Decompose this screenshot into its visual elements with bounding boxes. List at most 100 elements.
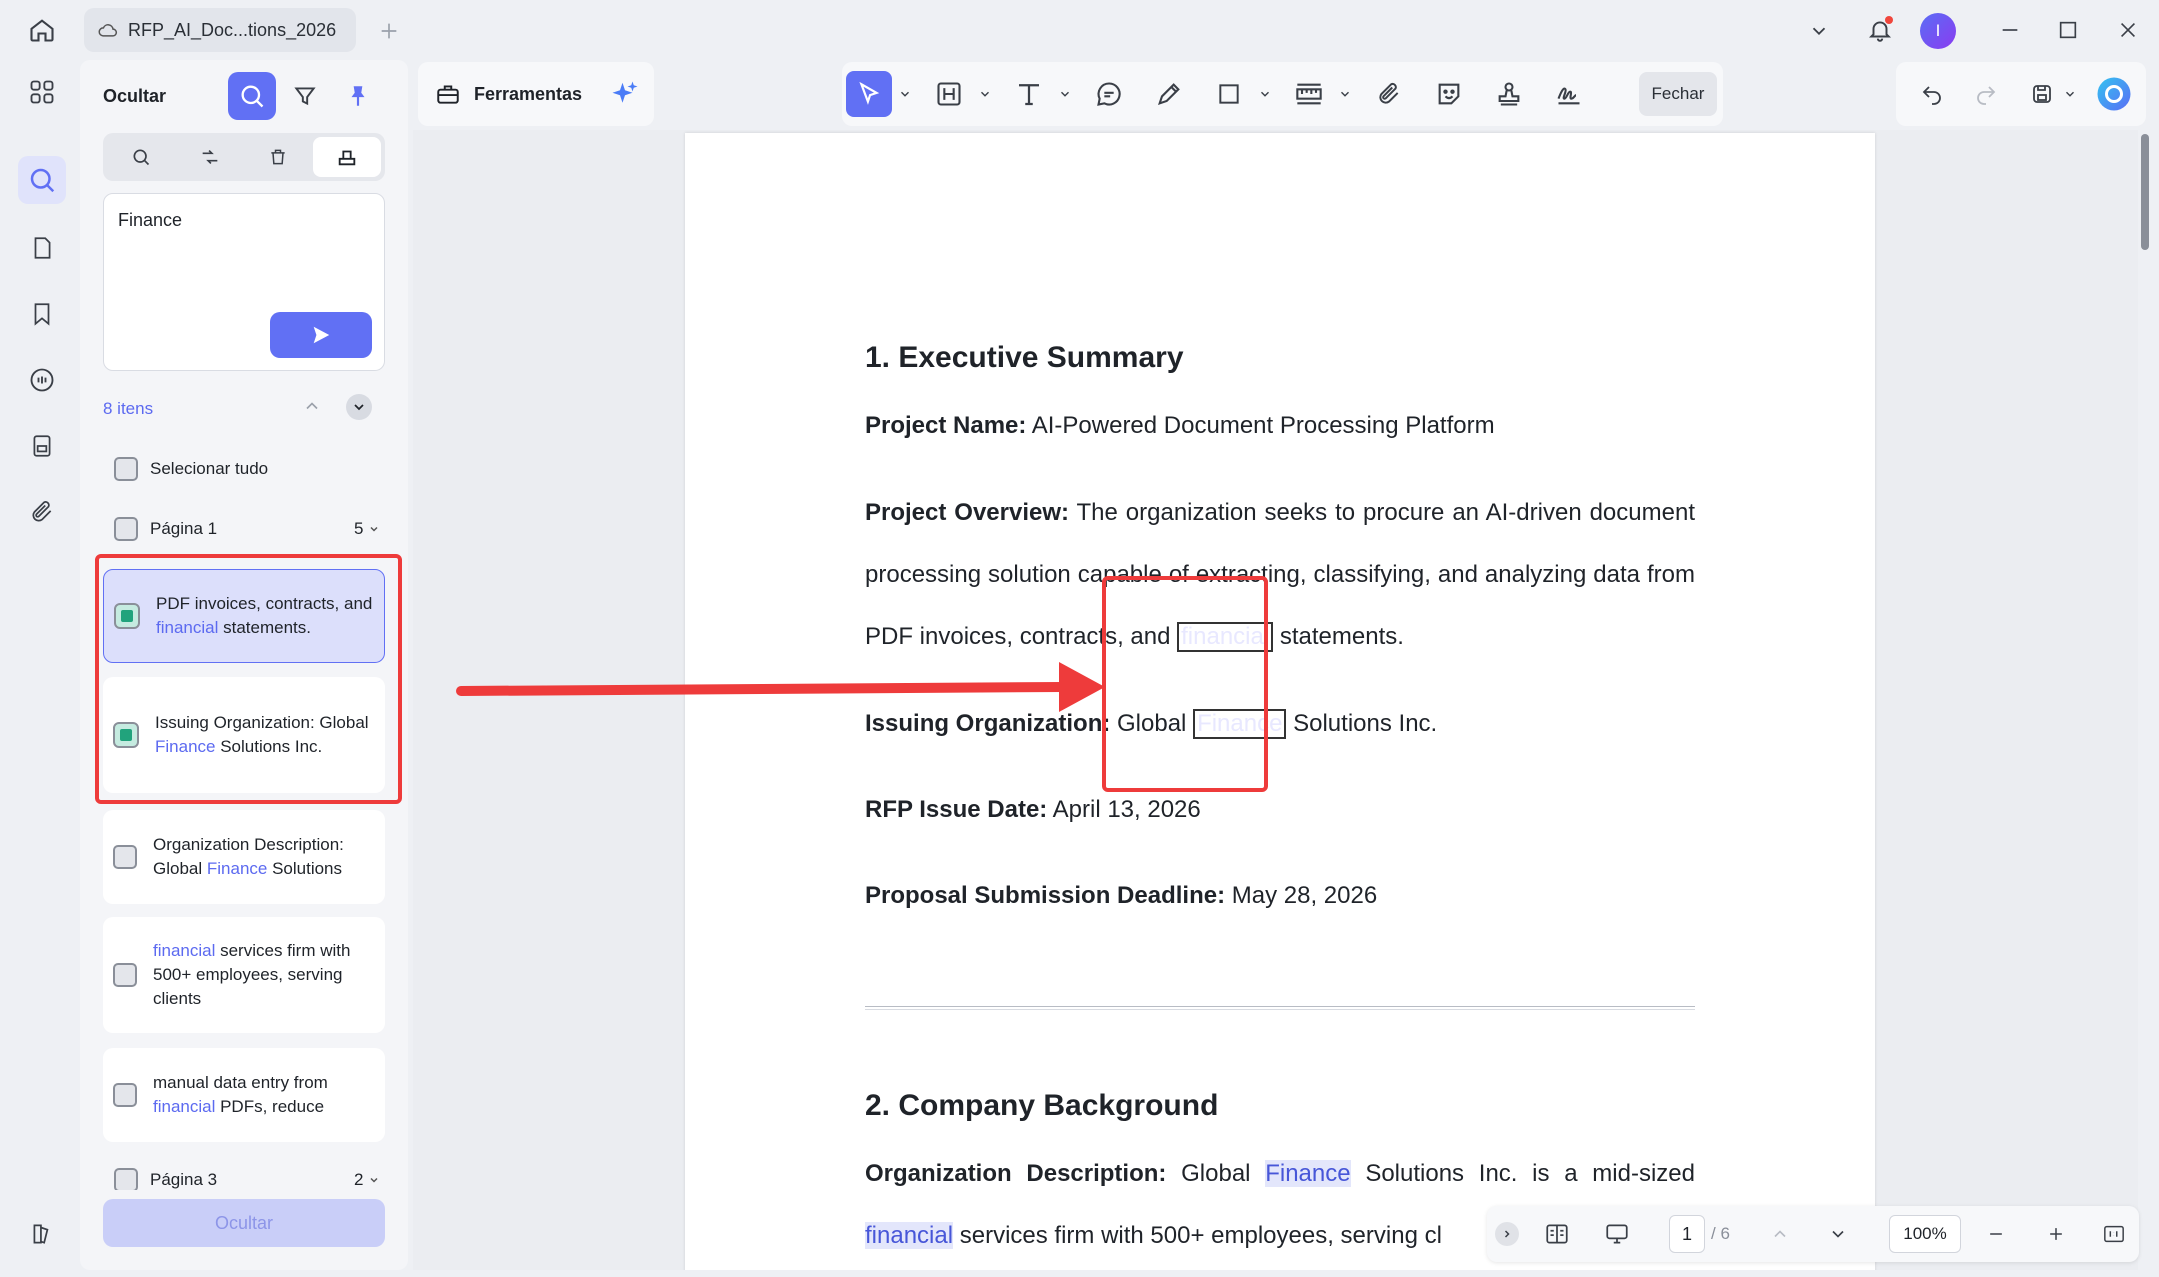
zoom-out-icon[interactable] <box>1981 1220 2011 1248</box>
page-3-label: Página 3 <box>150 1170 218 1189</box>
redo-icon[interactable] <box>1968 76 2004 112</box>
heading-executive-summary: 1. Executive Summary <box>865 341 1184 374</box>
notification-bell-icon[interactable] <box>1862 12 1898 48</box>
page-3-checkbox[interactable] <box>114 1168 138 1190</box>
attach-tool[interactable] <box>1366 72 1412 116</box>
chevron-down-icon[interactable] <box>2060 82 2080 106</box>
toolbox-icon[interactable] <box>434 81 462 107</box>
undo-icon[interactable] <box>1914 76 1950 112</box>
presentation-icon[interactable] <box>1597 1216 1637 1252</box>
annotation-arrow <box>456 662 1105 712</box>
page-group-3-clip: Página 3 2 <box>80 1160 408 1190</box>
overview-line-2: processing solution capable of extractin… <box>865 561 1695 588</box>
select-all-row[interactable]: Selecionar tudo <box>114 457 268 481</box>
list-item[interactable]: financial services firm with 500+ employ… <box>103 917 385 1033</box>
pen-tool[interactable] <box>1146 72 1192 116</box>
minimize-icon[interactable] <box>1990 12 2030 48</box>
annotation-toolbar: Fechar <box>842 62 1723 126</box>
result-checkbox[interactable] <box>113 1083 137 1107</box>
maximize-icon[interactable] <box>2048 12 2088 48</box>
vertical-scrollbar[interactable] <box>2138 130 2152 1270</box>
select-all-label: Selecionar tudo <box>150 459 269 478</box>
overview-line-1: Project Overview: The organization seeks… <box>865 499 1695 526</box>
previous-page-icon[interactable] <box>1765 1220 1795 1248</box>
chevron-up-icon[interactable] <box>302 396 322 416</box>
ai-sparkle-icon[interactable] <box>610 79 640 109</box>
highlight-tool[interactable] <box>926 72 992 116</box>
panel-title: Ocultar <box>103 86 167 106</box>
page-1-label: Página 1 <box>150 519 218 538</box>
document-tab[interactable]: RFP_AI_Doc...tions_2026 <box>84 8 356 52</box>
stamp-icon <box>1498 82 1520 106</box>
chevron-down-icon <box>901 91 909 97</box>
home-icon[interactable] <box>22 12 62 48</box>
search-panel: Ocultar Finance 8 itens Selecionar tudo … <box>80 60 408 1270</box>
actual-size-icon[interactable] <box>2099 1220 2129 1248</box>
save-icon[interactable] <box>2024 76 2060 112</box>
subtab-replace[interactable] <box>176 137 245 177</box>
filter-icon[interactable] <box>281 72 329 120</box>
hide-button[interactable]: Ocultar <box>103 1199 385 1247</box>
page-number-input[interactable]: 1 <box>1669 1215 1705 1253</box>
comment-icon[interactable] <box>18 356 66 404</box>
pin-icon[interactable] <box>334 72 382 120</box>
bookmark-icon[interactable] <box>18 290 66 338</box>
subtab-search[interactable] <box>107 137 176 177</box>
page-1-count[interactable]: 5 <box>354 519 380 539</box>
search-query: Finance <box>118 210 183 230</box>
highlight-annotation-frame <box>1102 576 1268 792</box>
chevron-down-icon <box>1341 91 1349 97</box>
list-item[interactable]: Organization Description: Global Finance… <box>103 810 385 904</box>
page-group-1[interactable]: Página 1 <box>114 517 217 541</box>
signature-tool[interactable] <box>1546 72 1592 116</box>
avatar[interactable]: I <box>1920 13 1956 49</box>
result-checkbox[interactable] <box>113 845 137 869</box>
theme-toggle-icon[interactable] <box>18 1210 66 1258</box>
result-checkbox[interactable] <box>113 963 137 987</box>
page-group-3[interactable]: Página 3 <box>114 1168 217 1190</box>
zoom-level[interactable]: 100% <box>1889 1215 1961 1253</box>
stamp-tool[interactable] <box>1486 72 1532 116</box>
ai-assistant-icon[interactable] <box>2094 74 2134 114</box>
heading-company-background: 2. Company Background <box>865 1089 1219 1122</box>
page-layout-icon[interactable] <box>1539 1216 1575 1252</box>
search-icon[interactable] <box>18 156 66 204</box>
scrollbar-thumb[interactable] <box>2141 134 2149 250</box>
highlight-annotation-frame <box>95 554 402 804</box>
panel-subtabs <box>103 133 385 181</box>
apps-grid-icon[interactable] <box>18 68 66 116</box>
deadline-line: Proposal Submission Deadline: May 28, 20… <box>865 882 1378 909</box>
next-page-icon[interactable] <box>1823 1220 1853 1248</box>
new-tab-icon[interactable] <box>372 14 406 48</box>
search-mode-button[interactable] <box>228 72 276 120</box>
next-result-chevron-icon[interactable] <box>346 394 372 420</box>
comment-tool[interactable] <box>1086 72 1132 116</box>
send-button[interactable] <box>270 312 372 358</box>
shape-tool[interactable] <box>1206 72 1272 116</box>
sticker-tool[interactable] <box>1426 72 1472 116</box>
form-field-icon[interactable] <box>18 422 66 470</box>
close-icon[interactable] <box>2108 12 2148 48</box>
select-tool[interactable] <box>846 71 912 117</box>
page-thumbnail-icon[interactable] <box>18 224 66 272</box>
page-1-checkbox[interactable] <box>114 517 138 541</box>
measure-tool[interactable] <box>1286 72 1352 116</box>
chevron-down-icon[interactable] <box>1802 14 1836 48</box>
paperclip-icon <box>1379 82 1399 104</box>
chevron-down-icon <box>1261 91 1269 97</box>
search-input[interactable]: Finance <box>103 193 385 371</box>
page-3-count[interactable]: 2 <box>354 1170 380 1190</box>
project-name-line: Project Name: AI-Powered Document Proces… <box>865 412 1495 439</box>
close-tools-button[interactable]: Fechar <box>1639 72 1717 116</box>
attachment-icon[interactable] <box>18 488 66 536</box>
section-divider <box>865 1006 1695 1010</box>
expand-bar-icon[interactable] <box>1495 1222 1519 1246</box>
subtab-delete[interactable] <box>244 137 313 177</box>
orgdesc-line: Organization Description: Global Finance… <box>865 1160 1695 1187</box>
tools-label[interactable]: Ferramentas <box>474 84 582 105</box>
subtab-redact[interactable] <box>312 137 381 177</box>
text-tool[interactable] <box>1006 72 1072 116</box>
zoom-in-icon[interactable] <box>2041 1220 2071 1248</box>
select-all-checkbox[interactable] <box>114 457 138 481</box>
list-item[interactable]: manual data entry from financial PDFs, r… <box>103 1048 385 1142</box>
